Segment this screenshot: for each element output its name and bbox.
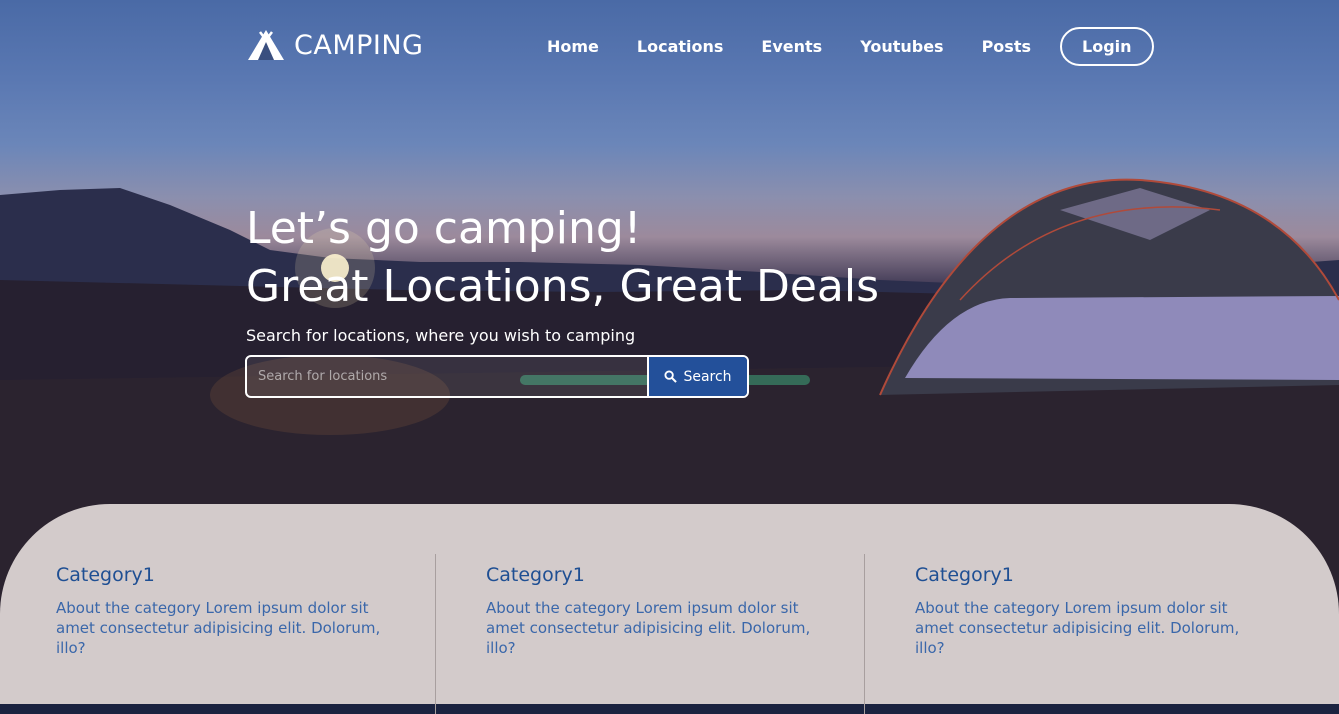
login-button[interactable]: Login xyxy=(1060,27,1154,66)
location-search-form: Search xyxy=(245,355,749,398)
hero-subtitle: Search for locations, where you wish to … xyxy=(246,326,636,345)
category-title: Category1 xyxy=(915,564,1014,586)
nav-youtubes[interactable]: Youtubes xyxy=(860,37,943,56)
category-divider xyxy=(864,554,865,714)
category-card[interactable]: Category1 About the category Lorem ipsum… xyxy=(56,564,386,658)
brand-logo[interactable]: CAMPING xyxy=(246,28,423,62)
main-nav: Home Locations Events Youtubes Posts Log… xyxy=(528,27,1154,66)
category-divider xyxy=(435,554,436,714)
hero-headline: Let’s go camping! Great Locations, Great… xyxy=(246,200,879,316)
category-description: About the category Lorem ipsum dolor sit… xyxy=(56,599,381,657)
search-input[interactable] xyxy=(247,357,647,396)
category-description: About the category Lorem ipsum dolor sit… xyxy=(915,599,1240,657)
search-button[interactable]: Search xyxy=(647,357,747,396)
categories-panel: Category1 About the category Lorem ipsum… xyxy=(0,504,1339,714)
category-card[interactable]: Category1 About the category Lorem ipsum… xyxy=(486,564,816,658)
nav-home[interactable]: Home xyxy=(547,37,599,56)
category-description: About the category Lorem ipsum dolor sit… xyxy=(486,599,811,657)
hero-headline-line2: Great Locations, Great Deals xyxy=(246,261,880,312)
hero-headline-line1: Let’s go camping! xyxy=(246,203,642,254)
category-title: Category1 xyxy=(486,564,585,586)
search-icon xyxy=(664,370,678,383)
category-title: Category1 xyxy=(56,564,155,586)
brand-name: CAMPING xyxy=(294,29,424,61)
nav-events[interactable]: Events xyxy=(761,37,822,56)
nav-posts[interactable]: Posts xyxy=(982,37,1031,56)
nav-locations[interactable]: Locations xyxy=(637,37,724,56)
search-button-label: Search xyxy=(683,368,732,385)
category-card[interactable]: Category1 About the category Lorem ipsum… xyxy=(915,564,1245,658)
tent-icon xyxy=(248,30,284,60)
